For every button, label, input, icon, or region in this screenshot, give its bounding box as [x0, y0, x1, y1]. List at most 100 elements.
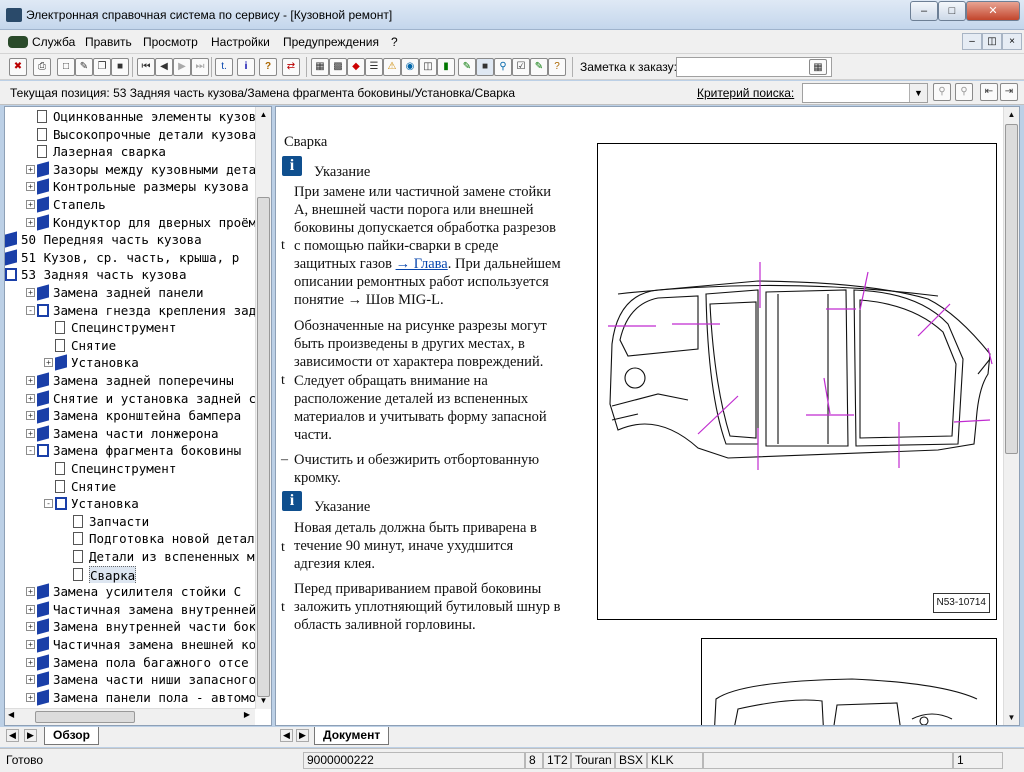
menu-settings[interactable]: Настройки [211, 35, 270, 49]
calculator-icon[interactable]: ▦ [311, 58, 329, 76]
body-side-figure[interactable]: N53-10714 [597, 143, 997, 620]
scroll-down-arrow-icon[interactable]: ▼ [256, 693, 271, 709]
expand-icon[interactable]: + [26, 182, 35, 192]
tree-item[interactable]: Подготовка новой детал [5, 530, 261, 547]
new-doc-icon[interactable]: □ [57, 58, 75, 76]
order-note-button[interactable]: ▦ [809, 59, 827, 75]
vehicle-icon[interactable]: ■ [111, 58, 129, 76]
find-icon[interactable]: ⚲ [933, 83, 951, 101]
expand-icon[interactable]: + [26, 376, 35, 385]
tree-item[interactable]: Снятие [5, 478, 261, 495]
tree-item[interactable]: Запчасти [5, 513, 261, 530]
scroll-up-arrow-icon[interactable]: ▲ [256, 107, 271, 123]
grid-icon[interactable]: ▩ [329, 58, 347, 76]
maximize-button[interactable]: □ [938, 1, 966, 21]
mdi-minimize-button[interactable]: – [962, 33, 982, 50]
sync-left-icon[interactable]: ⇤ [980, 83, 998, 101]
expand-icon[interactable]: + [26, 393, 35, 403]
print-icon[interactable]: ⎙ [33, 58, 51, 76]
tree-item[interactable]: Специнструмент [5, 319, 261, 336]
car-mode-icon[interactable]: ■ [476, 58, 494, 76]
tree-item[interactable]: + Установка [5, 354, 261, 371]
collapse-icon[interactable]: - [26, 446, 35, 456]
expand-icon[interactable]: + [26, 411, 35, 421]
tab-scroll-left-icon[interactable]: ◀ [6, 729, 19, 742]
swap-icon[interactable]: ⇄ [282, 58, 300, 76]
edit-doc-icon[interactable]: ✎ [75, 58, 93, 76]
tree-item[interactable]: + Замена панели пола - автомо [5, 689, 261, 706]
expand-icon[interactable]: + [26, 428, 35, 438]
tree-item[interactable]: Высокопрочные детали кузова [5, 126, 261, 143]
copy-icon[interactable]: ❐ [93, 58, 111, 76]
expand-icon[interactable]: + [26, 288, 35, 297]
tree-hscroll-thumb[interactable] [35, 711, 135, 723]
tree-vertical-scrollbar[interactable]: ▲ ▼ [255, 107, 271, 709]
book-icon[interactable]: ▮ [437, 58, 455, 76]
trash-icon[interactable]: ◫ [419, 58, 437, 76]
expand-icon[interactable]: + [44, 358, 53, 368]
question-doc-icon[interactable]: ? [548, 58, 566, 76]
scroll-left-arrow-icon[interactable]: ◀ [8, 710, 14, 719]
find-next-icon[interactable]: ⚲ [955, 83, 973, 101]
tree-item[interactable]: - Замена гнезда крепления зад [5, 302, 261, 319]
tree-item[interactable]: Оцинкованные элементы кузов [5, 108, 261, 125]
mdi-restore-button[interactable]: ◫ [982, 33, 1002, 50]
tree-item[interactable]: + Контрольные размеры кузова [5, 178, 261, 195]
expand-icon[interactable]: + [26, 640, 35, 649]
sync-right-icon[interactable]: ⇥ [1000, 83, 1018, 101]
tree-item[interactable]: + Снятие и установка задней с [5, 389, 261, 407]
info-icon[interactable]: i [237, 58, 255, 76]
menu-edit[interactable]: Править [85, 35, 132, 49]
expand-icon[interactable]: + [26, 217, 35, 227]
expand-icon[interactable]: + [26, 200, 35, 209]
menu-view[interactable]: Просмотр [143, 35, 198, 49]
minimize-button[interactable]: – [910, 1, 938, 21]
prev-page-icon[interactable]: ◀ [155, 58, 173, 76]
mdi-close-button[interactable]: × [1002, 33, 1022, 50]
tree-item[interactable]: Специнструмент [5, 460, 261, 477]
tree-item[interactable]: + Замена части лонжерона [5, 425, 261, 442]
tree-item[interactable]: + Частичная замена внутренней [5, 601, 261, 618]
tree-item[interactable]: + Частичная замена внешней ко [5, 636, 261, 653]
scroll-right-arrow-icon[interactable]: ▶ [244, 710, 250, 719]
expand-icon[interactable]: + [26, 675, 35, 685]
tree-item[interactable]: - Установка [5, 495, 261, 512]
second-figure[interactable] [701, 638, 997, 725]
tree-item[interactable]: + Кондуктор для дверных проём [5, 213, 261, 231]
tree-item[interactable]: 53 Задняя часть кузова [5, 266, 261, 283]
pencil-icon[interactable]: ✎ [458, 58, 476, 76]
tab-scroll-right-icon[interactable]: ▶ [24, 729, 37, 742]
tree-item[interactable]: + Стапель [5, 196, 261, 213]
tab-overview[interactable]: Обзор [44, 727, 99, 745]
tree-item[interactable]: + Замена задней поперечины [5, 372, 261, 389]
search-car-icon[interactable]: ⚲ [494, 58, 512, 76]
tab-document[interactable]: Документ [314, 727, 390, 745]
menu-warnings[interactable]: Предупреждения [283, 35, 379, 49]
warning-icon[interactable]: ⚠ [383, 58, 401, 76]
tree-item[interactable]: Сварка [5, 565, 261, 583]
menu-service[interactable]: Служба [32, 35, 75, 49]
expand-icon[interactable]: + [26, 164, 35, 174]
expand-icon[interactable]: + [26, 622, 35, 632]
scroll-up-arrow-icon[interactable]: ▲ [1004, 107, 1019, 123]
expand-icon[interactable]: + [26, 657, 35, 667]
search-criteria-select[interactable]: ▼ [802, 83, 928, 103]
scroll-down-arrow-icon[interactable]: ▼ [1004, 710, 1019, 725]
tree-item[interactable]: 50 Передняя часть кузова [5, 231, 261, 248]
close-button[interactable]: ✕ [966, 1, 1020, 21]
collapse-icon[interactable]: - [26, 305, 35, 315]
tree-item[interactable]: Лазерная сварка [5, 143, 261, 160]
tree-horizontal-scrollbar[interactable]: ◀ ▶ [5, 708, 255, 725]
last-page-icon[interactable]: ⏭ [191, 58, 209, 76]
tree-item[interactable]: + Замена задней панели [5, 284, 261, 301]
chapter-link[interactable]: → Глава [396, 256, 448, 272]
collapse-icon[interactable]: - [44, 499, 53, 509]
diamond-icon[interactable]: ◆ [347, 58, 365, 76]
document-scrollbar[interactable]: ▲ ▼ [1003, 107, 1019, 725]
menu-help[interactable]: ? [391, 35, 398, 49]
link-icon[interactable]: t. [215, 58, 233, 76]
tree-item[interactable]: + Замена внутренней части бок [5, 618, 261, 635]
expand-icon[interactable]: + [26, 587, 35, 597]
tree-item[interactable]: + Замена части ниши запасного [5, 671, 261, 688]
globe-icon[interactable]: ◉ [401, 58, 419, 76]
